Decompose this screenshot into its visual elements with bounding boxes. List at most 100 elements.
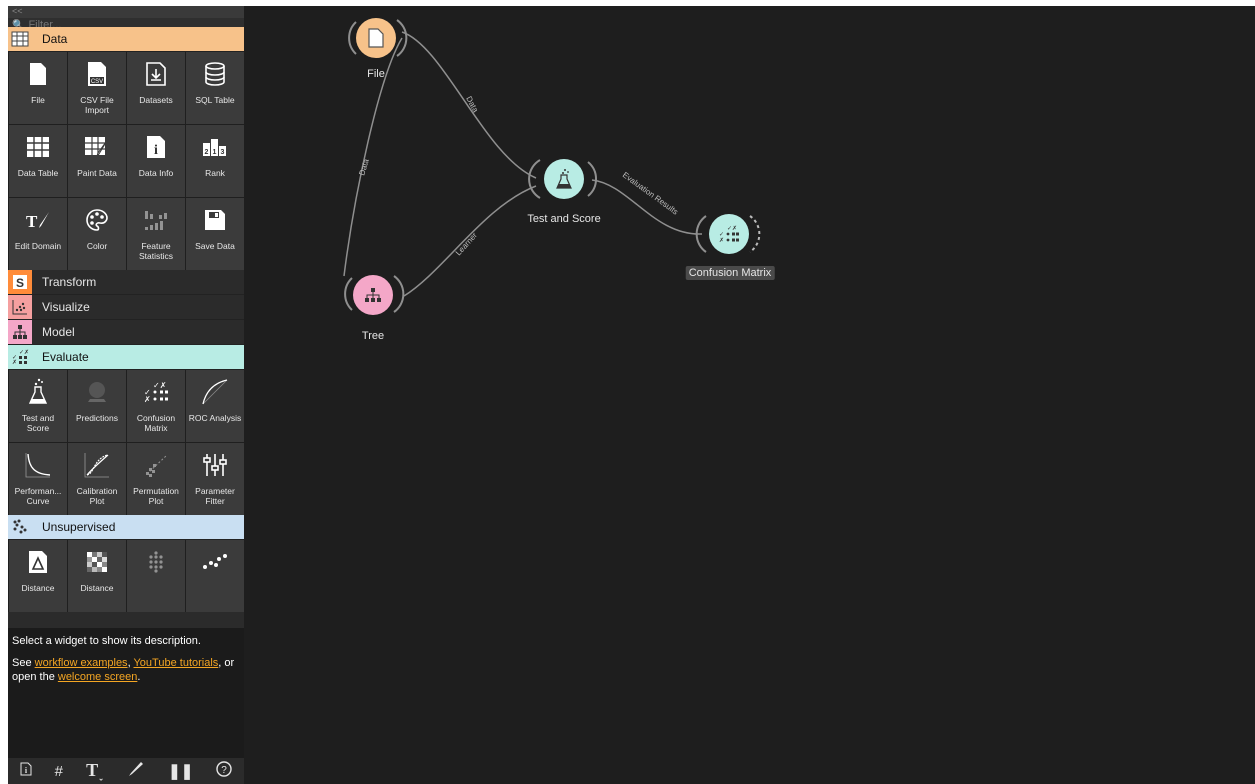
category-transform[interactable]: S Transform <box>8 270 244 295</box>
widget-label: Data Table <box>17 168 59 178</box>
svg-text:2: 2 <box>205 149 209 156</box>
scatter-plot-icon <box>8 295 32 319</box>
widget-permutation-plot[interactable]: Permutation Plot <box>127 443 185 515</box>
widget-hierarchical[interactable] <box>127 540 185 612</box>
grid-icon[interactable]: # <box>55 763 63 780</box>
widget-distance-file[interactable]: Distance <box>9 540 67 612</box>
widget-confusion-matrix[interactable]: ✓✗ ✓ ✗ Confusion Matrix <box>127 370 185 442</box>
widget-label: Distance <box>21 583 55 593</box>
tree-icon <box>365 288 381 302</box>
text-tool-icon[interactable]: T⌄ <box>86 760 104 783</box>
svg-text:i: i <box>24 766 27 775</box>
rank-icon: 213 <box>202 125 228 169</box>
widget-rank[interactable]: 2 1 3 Rank <box>186 125 244 197</box>
tree-output-anchor[interactable] <box>393 275 405 313</box>
sliders-icon <box>202 443 228 487</box>
widget-color[interactable]: Color <box>68 198 126 270</box>
youtube-tutorials-link[interactable]: YouTube tutorials <box>133 657 218 669</box>
widget-label: Color <box>86 241 108 251</box>
category-label: Data <box>42 32 68 46</box>
widget-paint-data[interactable]: Paint Data <box>68 125 126 197</box>
widget-csv-file-import[interactable]: CSV CSV File Import <box>68 52 126 124</box>
welcome-screen-link[interactable]: welcome screen <box>58 671 137 683</box>
widget-edit-domain[interactable]: T Edit Domain <box>9 198 67 270</box>
workflow-examples-link[interactable]: workflow examples <box>35 657 128 669</box>
text: See <box>12 657 35 669</box>
node-label: Tree <box>361 330 385 342</box>
distance-file-icon <box>28 540 48 584</box>
widget-calibration-plot[interactable]: Calibration Plot <box>68 443 126 515</box>
svg-text:i: i <box>154 143 158 158</box>
svg-text:✗: ✗ <box>12 359 17 365</box>
category-model[interactable]: Model <box>8 320 244 345</box>
test-score-node-circle[interactable] <box>544 159 584 199</box>
link-label-evaluation-results: Evaluation Results <box>621 170 680 216</box>
widget-label: Confusion Matrix <box>136 413 176 433</box>
svg-text:✓✗: ✓✗ <box>153 381 166 390</box>
tree-node-circle[interactable] <box>353 275 393 315</box>
paint-data-icon <box>84 125 110 169</box>
permutation-plot-icon <box>143 443 169 487</box>
widget-distance-matrix[interactable]: Distance <box>68 540 126 612</box>
test-score-output-anchor[interactable] <box>587 161 598 197</box>
collapse-toolbox-button[interactable]: << <box>12 6 23 16</box>
widget-save-data[interactable]: Save Data <box>186 198 244 270</box>
pen-tool-icon[interactable] <box>127 761 145 781</box>
category-label: Evaluate <box>42 350 89 364</box>
widget-mds[interactable] <box>186 540 244 612</box>
widget-performance-curve[interactable]: Performan... Curve <box>9 443 67 515</box>
widget-parameter-fitter[interactable]: Parameter Fitter <box>186 443 244 515</box>
help-icon[interactable]: ? <box>216 761 233 781</box>
widget-label: Permutation Plot <box>133 486 179 506</box>
widget-data-info[interactable]: i Data Info <box>127 125 185 197</box>
table-icon <box>26 125 50 169</box>
flask-icon <box>556 169 572 189</box>
widget-test-and-score[interactable]: Test and Score <box>9 370 67 442</box>
unsupervised-widget-grid: Distance Distance <box>8 540 244 612</box>
test-score-input-anchor[interactable] <box>528 159 541 199</box>
widget-label: Parameter Fitter <box>195 486 235 506</box>
file-node-circle[interactable] <box>356 18 396 58</box>
flask-icon <box>28 370 48 414</box>
confusion-output-anchor[interactable] <box>749 215 761 253</box>
category-evaluate[interactable]: ✓✗ ✓ ✗ Evaluate <box>8 345 244 370</box>
widget-data-table[interactable]: Data Table <box>9 125 67 197</box>
widget-feature-statistics[interactable]: Feature Statistics <box>127 198 185 270</box>
category-data[interactable]: Data <box>8 27 244 52</box>
widget-label: Predictions <box>75 413 119 423</box>
evaluate-widget-grid: Test and Score Predictions ✓✗ ✓ ✗ Confusion… <box>8 370 244 515</box>
pause-icon[interactable]: ❚❚ <box>168 762 193 780</box>
file-icon <box>29 52 47 96</box>
category-label: Visualize <box>42 300 90 314</box>
widget-label: Rank <box>205 168 225 178</box>
workflow-canvas[interactable]: Data Data Learner Evaluation Results Fil… <box>244 6 1255 784</box>
widget-file[interactable]: File <box>9 52 67 124</box>
widget-label: Distance <box>80 583 114 593</box>
tree-icon <box>8 320 32 344</box>
category-visualize[interactable]: Visualize <box>8 295 244 320</box>
widget-sql-table[interactable]: SQL Table <box>186 52 244 124</box>
svg-text:✓✗: ✓✗ <box>727 225 737 232</box>
scatter-dots-icon <box>202 540 228 584</box>
widget-label: Edit Domain <box>14 241 62 251</box>
widget-label: Feature Statistics <box>138 241 173 261</box>
file-icon <box>368 28 384 48</box>
confusion-matrix-icon: ✓✗✓✗ <box>143 370 169 414</box>
widget-label: Calibration Plot <box>76 486 118 506</box>
widget-roc-analysis[interactable]: ROC Analysis <box>186 370 244 442</box>
widget-label: File <box>31 95 45 105</box>
category-label: Transform <box>42 275 97 289</box>
info-icon[interactable]: i <box>20 762 32 780</box>
category-unsupervised[interactable]: Unsupervised <box>8 515 244 540</box>
link-label-learner: Learner <box>454 231 479 258</box>
description-text: Select a widget to show its description. <box>12 635 201 647</box>
widget-toolbox: << 🔍 Data File CSV CSV File Import Datase… <box>8 6 244 784</box>
category-label: Model <box>42 325 75 339</box>
tree-input-anchor[interactable] <box>344 277 353 311</box>
confusion-node-circle[interactable]: ✓✗ ✓ ✗ <box>709 214 749 254</box>
node-label: Test and Score <box>527 213 601 225</box>
widget-label: Data Info <box>138 168 174 178</box>
widget-predictions[interactable]: Predictions <box>68 370 126 442</box>
widget-label: Test and Score <box>21 413 55 433</box>
widget-datasets[interactable]: Datasets <box>127 52 185 124</box>
